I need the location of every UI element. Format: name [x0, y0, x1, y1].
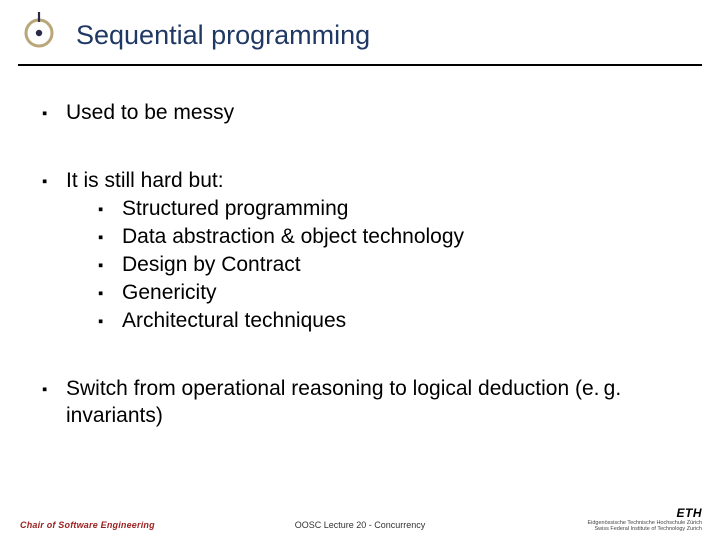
- bullet-marker-icon: ▪: [38, 168, 66, 196]
- footer-brand: ETH Eidgenössische Technische Hochschule…: [587, 506, 702, 532]
- bullet-text: Architectural techniques: [122, 308, 682, 336]
- bullet-item: ▪ Used to be messy: [38, 100, 682, 128]
- bullet-marker-icon: ▪: [94, 252, 122, 280]
- bullet-item: ▪ Data abstraction & object technology: [94, 224, 682, 252]
- bullet-text: Design by Contract: [122, 252, 682, 280]
- brand-logo: ETH: [587, 506, 702, 520]
- bullet-marker-icon: ▪: [94, 280, 122, 308]
- brand-sub-2: Swiss Federal Institute of Technology Zu…: [587, 526, 702, 532]
- slide-body: ▪ Used to be messy ▪ It is still hard bu…: [38, 100, 682, 430]
- bullet-text: Genericity: [122, 280, 682, 308]
- bullet-marker-icon: ▪: [94, 196, 122, 224]
- bullet-text: Switch from operational reasoning to log…: [66, 376, 682, 430]
- bullet-item: ▪ Structured programming: [94, 196, 682, 224]
- title-underline: [18, 64, 702, 66]
- bullet-item: ▪ It is still hard but:: [38, 168, 682, 196]
- bullet-marker-icon: ▪: [38, 376, 66, 430]
- bullet-item: ▪ Genericity: [94, 280, 682, 308]
- slide-title: Sequential programming: [76, 20, 370, 51]
- bullet-marker-icon: ▪: [38, 100, 66, 128]
- bullet-text: Used to be messy: [66, 100, 682, 128]
- bullet-item: ▪ Architectural techniques: [94, 308, 682, 336]
- logo-icon: [18, 12, 60, 59]
- bullet-marker-icon: ▪: [94, 308, 122, 336]
- bullet-marker-icon: ▪: [94, 224, 122, 252]
- footer: Chair of Software Engineering OOSC Lectu…: [0, 508, 720, 530]
- header: Sequential programming: [0, 10, 720, 65]
- slide: Sequential programming ▪ Used to be mess…: [0, 0, 720, 540]
- bullet-item: ▪ Switch from operational reasoning to l…: [38, 376, 682, 430]
- bullet-text: Data abstraction & object technology: [122, 224, 682, 252]
- bullet-text: It is still hard but:: [66, 168, 682, 196]
- sub-bullet-list: ▪ Structured programming ▪ Data abstract…: [38, 196, 682, 336]
- bullet-item: ▪ Design by Contract: [94, 252, 682, 280]
- bullet-text: Structured programming: [122, 196, 682, 224]
